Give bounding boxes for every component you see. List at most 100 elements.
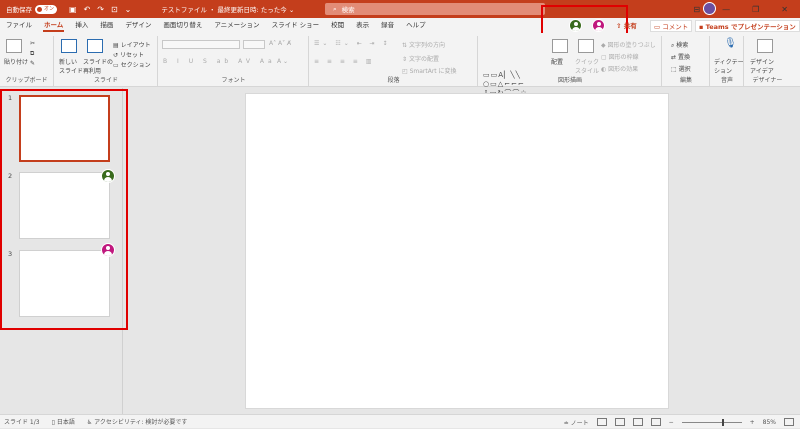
slide-count: スライド 1/3: [4, 419, 40, 426]
tab-file[interactable]: ファイル: [0, 18, 38, 33]
layout-button[interactable]: ▤ レイアウト: [113, 40, 151, 49]
teams-present-button[interactable]: ▪ Teams でプレゼンテーション: [695, 20, 800, 32]
reset-label: リセット: [119, 52, 144, 59]
find-button[interactable]: ⌕ 検索: [671, 40, 688, 50]
tab-review[interactable]: 校閲: [325, 18, 350, 33]
section-button[interactable]: ▭ セクション: [113, 60, 151, 69]
paste-icon[interactable]: [6, 39, 22, 53]
redo-icon[interactable]: ↷: [97, 5, 104, 14]
zoom-slider-thumb[interactable]: [721, 418, 724, 426]
fit-to-window-icon[interactable]: [784, 418, 794, 426]
select-button[interactable]: ⬚ 選択: [671, 64, 691, 73]
tab-insert[interactable]: 挿入: [69, 18, 94, 33]
reading-view-icon[interactable]: [632, 418, 643, 426]
tab-record[interactable]: 録音: [375, 18, 400, 33]
tab-slideshow[interactable]: スライド ショー: [266, 18, 326, 33]
group-designer: デザイン アイデア デザイナー: [745, 36, 790, 86]
tab-help[interactable]: ヘルプ: [400, 18, 432, 33]
language-icon: ▯: [51, 419, 55, 426]
align-icons[interactable]: ≡ ≡ ≡ ≡ ▥: [314, 58, 374, 65]
group-clipboard: 貼り付け ✂ ⧉ ✎ クリップボード: [0, 36, 54, 86]
present-icon[interactable]: ⊡: [111, 5, 118, 14]
quick-access-toolbar: ▣ ↶ ↷ ⊡ ⌄: [69, 5, 131, 14]
customize-qat-icon[interactable]: ⌄: [125, 5, 132, 14]
align-text-button[interactable]: ⇕ 文字の配置: [402, 54, 439, 63]
language-indicator[interactable]: ▯ 日本語: [52, 417, 75, 426]
normal-view-icon[interactable]: [596, 418, 607, 426]
reset-button[interactable]: ↺ リセット: [113, 50, 144, 59]
shape-effects-button[interactable]: ◐ 図形の効果: [601, 64, 638, 73]
search-box[interactable]: ⌕ 検索: [325, 3, 545, 15]
slideshow-view-icon[interactable]: [650, 418, 661, 426]
zoom-level[interactable]: 85%: [763, 419, 776, 426]
design-ideas-button[interactable]: デザイン アイデア: [750, 57, 774, 75]
text-direction-button[interactable]: ⇅ 文字列の方向: [402, 40, 445, 49]
group-slides: 新しい スライド スライドの 再利用 ▤ レイアウト ↺ リセット ▭ セクション …: [55, 36, 158, 86]
tab-home[interactable]: ホーム: [38, 18, 69, 33]
format-painter-icon[interactable]: ✎: [30, 60, 35, 67]
comment-button[interactable]: ▭ コメント: [650, 20, 693, 32]
shape-effects-label: 図形の効果: [608, 66, 639, 73]
new-slide-button[interactable]: 新しい スライド: [59, 57, 83, 75]
share-button[interactable]: ⇧ 共有: [616, 20, 637, 30]
autosave-toggle[interactable]: オン: [35, 4, 57, 14]
font-name-combo[interactable]: [162, 40, 240, 49]
group-label: スライド: [93, 77, 118, 84]
replace-label: 置換: [677, 54, 690, 61]
tab-animations[interactable]: アニメーション: [208, 18, 265, 33]
ribbon: 貼り付け ✂ ⧉ ✎ クリップボード 新しい スライド スライドの 再利用 ▤ レイ…: [0, 33, 800, 97]
group-label: 音声: [720, 77, 733, 84]
zoom-slider[interactable]: [681, 418, 742, 426]
accessibility-indicator[interactable]: ♿ アクセシビリティ: 検討が必要です: [87, 417, 188, 426]
reuse-slides-icon[interactable]: [87, 39, 103, 53]
tab-design[interactable]: デザイン: [119, 18, 157, 33]
quick-styles-icon[interactable]: [578, 39, 594, 53]
shape-fill-button[interactable]: ◆ 図形の塗りつぶし: [601, 40, 656, 49]
font-format-icons[interactable]: B I U S ab AV Aa: [163, 58, 276, 65]
minimize-icon[interactable]: —: [722, 5, 730, 14]
grow-font-icon[interactable]: A˄ A˅ A̸: [269, 40, 291, 47]
quick-styles-button[interactable]: クイック スタイル: [575, 57, 599, 75]
zoom-out-icon[interactable]: −: [669, 419, 674, 426]
search-icon: ⌕: [333, 4, 337, 13]
font-size-combo[interactable]: [243, 40, 265, 49]
reuse-slides-button[interactable]: スライドの 再利用: [83, 57, 113, 75]
replace-button[interactable]: ⇄ 置換: [671, 52, 690, 61]
microphone-icon[interactable]: 🎙: [724, 38, 737, 49]
dictate-button[interactable]: ディクテー ション: [714, 57, 744, 75]
group-voice: 🎙 ディクテー ション 音声: [711, 36, 744, 86]
list-icons[interactable]: ☰⌄ ☷⌄ ⇤ ⇥ ↕: [314, 40, 391, 47]
undo-icon[interactable]: ↶: [84, 5, 91, 14]
shape-outline-button[interactable]: ▢ 図形の枠線: [601, 52, 639, 61]
accessibility-label: アクセシビリティ: 検討が必要です: [94, 419, 188, 426]
autosave-control[interactable]: 自動保存 オン: [6, 4, 57, 14]
group-paragraph: ☰⌄ ☷⌄ ⇤ ⇥ ↕ ⇅ 文字列の方向 ≡ ≡ ≡ ≡ ▥ ⇕ 文字の配置 ◰…: [310, 36, 478, 86]
new-slide-icon[interactable]: [61, 39, 77, 53]
arrange-button[interactable]: 配置: [551, 57, 563, 66]
group-label: クリップボード: [5, 77, 48, 84]
save-icon[interactable]: ▣: [69, 5, 77, 14]
autosave-label: 自動保存: [6, 6, 32, 14]
arrange-icon[interactable]: [552, 39, 568, 53]
window-controls: ⊟ — ❐ ✕: [693, 0, 800, 18]
notes-button[interactable]: ≐ ノート: [564, 418, 589, 427]
design-ideas-icon[interactable]: [757, 39, 773, 53]
slide-canvas[interactable]: [245, 93, 669, 409]
smartart-button[interactable]: ◰ SmartArt に変換: [402, 66, 457, 75]
tab-view[interactable]: 表示: [350, 18, 375, 33]
slide-sorter-icon[interactable]: [614, 418, 625, 426]
cut-icon[interactable]: ✂: [30, 40, 35, 47]
shape-fill-label: 図形の塗りつぶし: [607, 42, 656, 49]
teams-icon: ▪: [699, 23, 704, 31]
ribbon-display-icon[interactable]: ⊟: [693, 5, 700, 14]
close-icon[interactable]: ✕: [781, 5, 788, 14]
tab-transitions[interactable]: 画面切り替え: [157, 18, 208, 33]
shape-outline-label: 図形の枠線: [608, 54, 639, 61]
copy-icon[interactable]: ⧉: [30, 50, 34, 58]
paste-button[interactable]: 貼り付け: [4, 57, 28, 66]
maximize-icon[interactable]: ❐: [752, 5, 759, 14]
select-label: 選択: [678, 66, 691, 73]
tab-draw[interactable]: 描画: [94, 18, 119, 33]
font-color-icon[interactable]: A ⌄: [277, 58, 288, 65]
zoom-in-icon[interactable]: +: [750, 419, 755, 426]
